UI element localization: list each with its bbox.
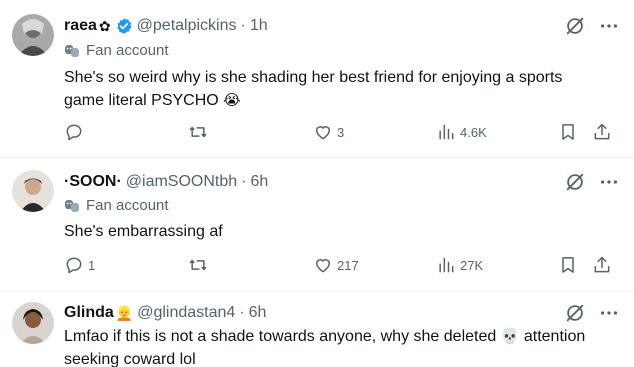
reply-count: 1: [88, 257, 96, 273]
tweet-text-part: game literal PSYCHO: [64, 92, 219, 109]
share-icon: [594, 123, 610, 140]
masks-icon: [65, 44, 79, 57]
reply-icon: [66, 124, 82, 141]
tweet-header: ·SOON· @iamSOONtbh · 6h: [64, 171, 268, 193]
tweet-header: Glinda 👱 @glindastan4 · 6h: [64, 302, 266, 324]
like-count: 217: [337, 257, 359, 273]
tweet-actions: 1 217 27K: [64, 255, 620, 277]
bookmark-button[interactable]: [558, 122, 578, 142]
retweet-button[interactable]: [188, 122, 212, 142]
retweet-button[interactable]: [188, 255, 212, 275]
tweet-text-line: She's embarrassing af: [64, 223, 223, 240]
retweet-icon: [189, 126, 207, 138]
grok-icon[interactable]: [564, 171, 586, 193]
avatar[interactable]: [12, 302, 54, 344]
avatar[interactable]: [12, 14, 54, 56]
grok-icon[interactable]: [564, 302, 586, 324]
tweet-text-part: attention: [523, 328, 586, 345]
fan-account-label: Fan account: [64, 42, 169, 59]
views-icon: [439, 257, 454, 273]
tweet[interactable]: Glinda 👱 @glindastan4 · 6h Lmfao if this…: [0, 292, 634, 367]
views-button[interactable]: 4.6K: [436, 122, 487, 142]
share-button[interactable]: [592, 255, 612, 275]
name-emoji: 👱: [115, 304, 134, 321]
tweet-header: raea ✿ @petalpickins · 1h: [64, 15, 268, 37]
crying-emoji: 😭: [223, 92, 241, 109]
tweet-text: She's so weird why is she shading her be…: [64, 66, 624, 112]
tweet-text-line: She's so weird why is she shading her be…: [64, 69, 563, 86]
more-icon[interactable]: [598, 171, 620, 193]
tweet[interactable]: ·SOON· @iamSOONtbh · 6h Fan account She'…: [0, 158, 634, 292]
separator: ·: [239, 304, 245, 321]
views-count: 27K: [460, 257, 484, 273]
tweet-text-line: Lmfao if this is not a shade towards any…: [64, 325, 624, 348]
bookmark-icon: [562, 124, 574, 140]
separator: ·: [240, 17, 246, 34]
avatar[interactable]: [12, 170, 54, 212]
display-name[interactable]: raea: [64, 17, 97, 35]
like-count: 3: [337, 124, 345, 140]
timestamp[interactable]: 6h: [249, 304, 267, 322]
more-icon[interactable]: [598, 302, 620, 324]
like-button[interactable]: 3: [313, 122, 344, 142]
views-icon: [439, 124, 454, 140]
timestamp[interactable]: 1h: [250, 17, 268, 35]
handle[interactable]: @iamSOONtbh: [126, 173, 237, 191]
share-icon: [594, 256, 610, 273]
retweet-icon: [189, 259, 207, 271]
like-icon: [316, 259, 330, 273]
more-icon[interactable]: [598, 15, 620, 37]
tweet-text: Lmfao if this is not a shade towards any…: [64, 325, 624, 367]
display-name[interactable]: ·SOON·: [64, 173, 122, 191]
like-button[interactable]: 217: [313, 255, 359, 275]
like-icon: [316, 126, 330, 140]
masks-icon: [65, 199, 79, 212]
separator: ·: [241, 173, 247, 190]
grok-icon[interactable]: [564, 15, 586, 37]
share-button[interactable]: [592, 122, 612, 142]
bookmark-icon: [562, 257, 574, 273]
tweet-top-actions: [564, 171, 620, 193]
tweet[interactable]: raea ✿ @petalpickins · 1h Fan account Sh…: [0, 0, 634, 158]
views-count: 4.6K: [460, 124, 487, 140]
tweet-top-actions: [564, 302, 620, 324]
handle[interactable]: @petalpickins: [137, 17, 237, 35]
tweet-actions: 3 4.6K: [64, 122, 620, 144]
timeline: raea ✿ @petalpickins · 1h Fan account Sh…: [0, 0, 634, 367]
tweet-text: She's embarrassing af: [64, 220, 624, 243]
handle[interactable]: @glindastan4: [137, 304, 235, 322]
skull-emoji: 💀: [500, 328, 520, 345]
views-button[interactable]: 27K: [436, 255, 483, 275]
reply-button[interactable]: 1: [64, 255, 95, 275]
bookmark-button[interactable]: [558, 255, 578, 275]
tweet-top-actions: [564, 15, 620, 37]
reply-icon: [66, 257, 82, 274]
tweet-text-line: seeking coward lol: [64, 351, 196, 367]
name-emoji: ✿: [98, 17, 111, 34]
fan-account-label: Fan account: [64, 197, 169, 214]
display-name[interactable]: Glinda: [64, 304, 114, 322]
label-text: Fan account: [86, 42, 169, 59]
reply-button[interactable]: [64, 122, 88, 142]
tweet-text-line: game literal PSYCHO 😭: [64, 89, 624, 112]
verified-icon: [116, 18, 132, 34]
tweet-text-part: Lmfao if this is not a shade towards any…: [64, 328, 497, 345]
label-text: Fan account: [86, 197, 169, 214]
timestamp[interactable]: 6h: [251, 173, 269, 191]
